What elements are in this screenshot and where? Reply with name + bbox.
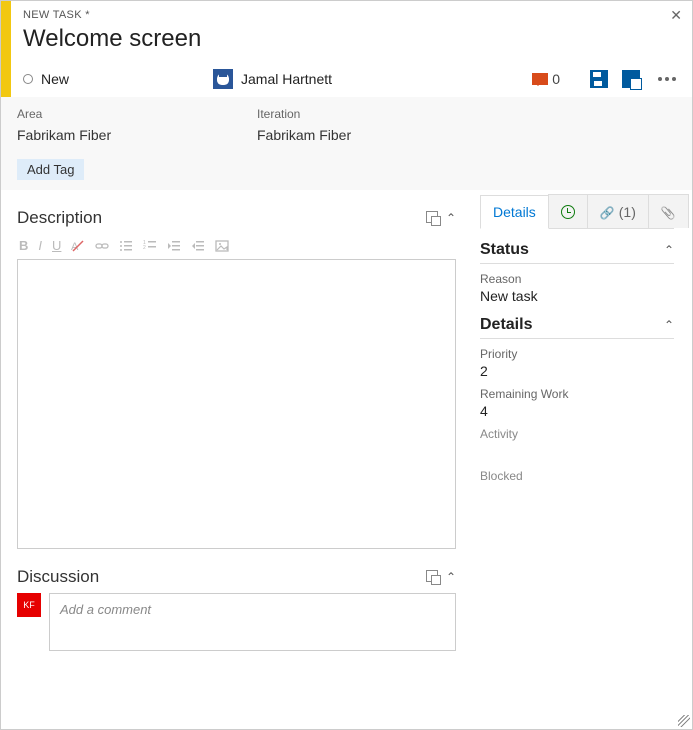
iteration-value[interactable]: Fabrikam Fiber xyxy=(257,127,457,143)
italic-button[interactable]: I xyxy=(38,238,42,253)
link-button[interactable] xyxy=(95,239,109,253)
bold-button[interactable]: B xyxy=(19,238,28,253)
tab-details[interactable]: Details xyxy=(480,195,549,229)
priority-value[interactable]: 2 xyxy=(480,363,674,379)
fullscreen-icon[interactable] xyxy=(426,211,438,223)
blocked-label[interactable]: Blocked xyxy=(480,469,674,483)
rich-text-toolbar: B I U A 12 xyxy=(17,234,456,257)
link-icon xyxy=(600,204,615,220)
area-label: Area xyxy=(17,107,217,121)
add-tag-button[interactable]: Add Tag xyxy=(17,159,84,180)
indent-button[interactable] xyxy=(191,239,205,253)
description-heading: Description xyxy=(17,208,102,228)
numbered-list-button[interactable]: 12 xyxy=(143,239,157,253)
collapse-status-button[interactable]: ⌃ xyxy=(664,243,674,257)
activity-label[interactable]: Activity xyxy=(480,427,674,441)
priority-label: Priority xyxy=(480,347,674,361)
svg-text:2: 2 xyxy=(143,245,146,251)
underline-button[interactable]: U xyxy=(52,238,61,253)
avatar-icon xyxy=(213,69,233,89)
reason-label: Reason xyxy=(480,272,674,286)
side-tabs: Details (1) xyxy=(480,194,674,229)
fullscreen-discussion-icon[interactable] xyxy=(426,570,438,582)
tag-row: Add Tag xyxy=(1,153,692,190)
tab-attachments[interactable] xyxy=(648,194,689,228)
save-button[interactable] xyxy=(590,70,608,88)
classification-fields: Area Fabrikam Fiber Iteration Fabrikam F… xyxy=(1,97,692,153)
collapse-details-button[interactable]: ⌃ xyxy=(664,318,674,332)
discussion-heading: Discussion xyxy=(17,567,99,587)
header-tools xyxy=(590,70,680,88)
save-and-close-button[interactable] xyxy=(622,70,640,88)
state-dot-icon xyxy=(23,74,33,84)
side-panel: Details (1) Status ⌃ Reason New task Det… xyxy=(472,190,692,729)
status-section-title: Status xyxy=(480,241,529,259)
more-actions-button[interactable] xyxy=(654,73,680,85)
assignee-field[interactable]: Jamal Hartnett xyxy=(213,69,532,89)
assignee-name: Jamal Hartnett xyxy=(241,71,332,87)
comments-button[interactable]: 0 xyxy=(532,71,560,87)
close-button[interactable]: ✕ xyxy=(670,7,682,24)
state-value: New xyxy=(41,71,69,87)
collapse-description-button[interactable]: ⌃ xyxy=(446,211,456,225)
bullet-list-button[interactable] xyxy=(119,239,133,253)
iteration-label: Iteration xyxy=(257,107,457,121)
description-editor[interactable] xyxy=(17,259,456,549)
remaining-work-label: Remaining Work xyxy=(480,387,674,401)
main-column: Description ⌃ B I U A 12 xyxy=(1,190,472,729)
tab-links[interactable]: (1) xyxy=(587,194,649,228)
comment-icon xyxy=(532,73,548,85)
details-section-title: Details xyxy=(480,316,532,334)
reason-value[interactable]: New task xyxy=(480,288,674,304)
work-item-title[interactable]: Welcome screen xyxy=(23,25,680,53)
comment-count: 0 xyxy=(552,71,560,87)
area-value[interactable]: Fabrikam Fiber xyxy=(17,127,217,143)
type-accent-bar xyxy=(1,1,11,97)
remaining-work-value[interactable]: 4 xyxy=(480,403,674,419)
comment-input[interactable]: Add a comment xyxy=(49,593,456,651)
tab-history[interactable] xyxy=(548,194,588,228)
image-button[interactable] xyxy=(215,239,229,253)
clear-format-button[interactable]: A xyxy=(71,239,85,253)
attachment-icon xyxy=(661,204,676,220)
collapse-discussion-button[interactable]: ⌃ xyxy=(446,570,456,584)
outdent-button[interactable] xyxy=(167,239,181,253)
breadcrumb: NEW TASK * xyxy=(23,9,680,21)
header: NEW TASK * Welcome screen New Jamal Hart… xyxy=(1,1,692,97)
state-field[interactable]: New xyxy=(23,71,213,87)
work-item-dialog: ✕ NEW TASK * Welcome screen New Jamal Ha… xyxy=(0,0,693,730)
history-icon xyxy=(561,205,575,219)
resize-handle[interactable] xyxy=(678,715,690,727)
current-user-avatar: KF xyxy=(17,593,41,617)
